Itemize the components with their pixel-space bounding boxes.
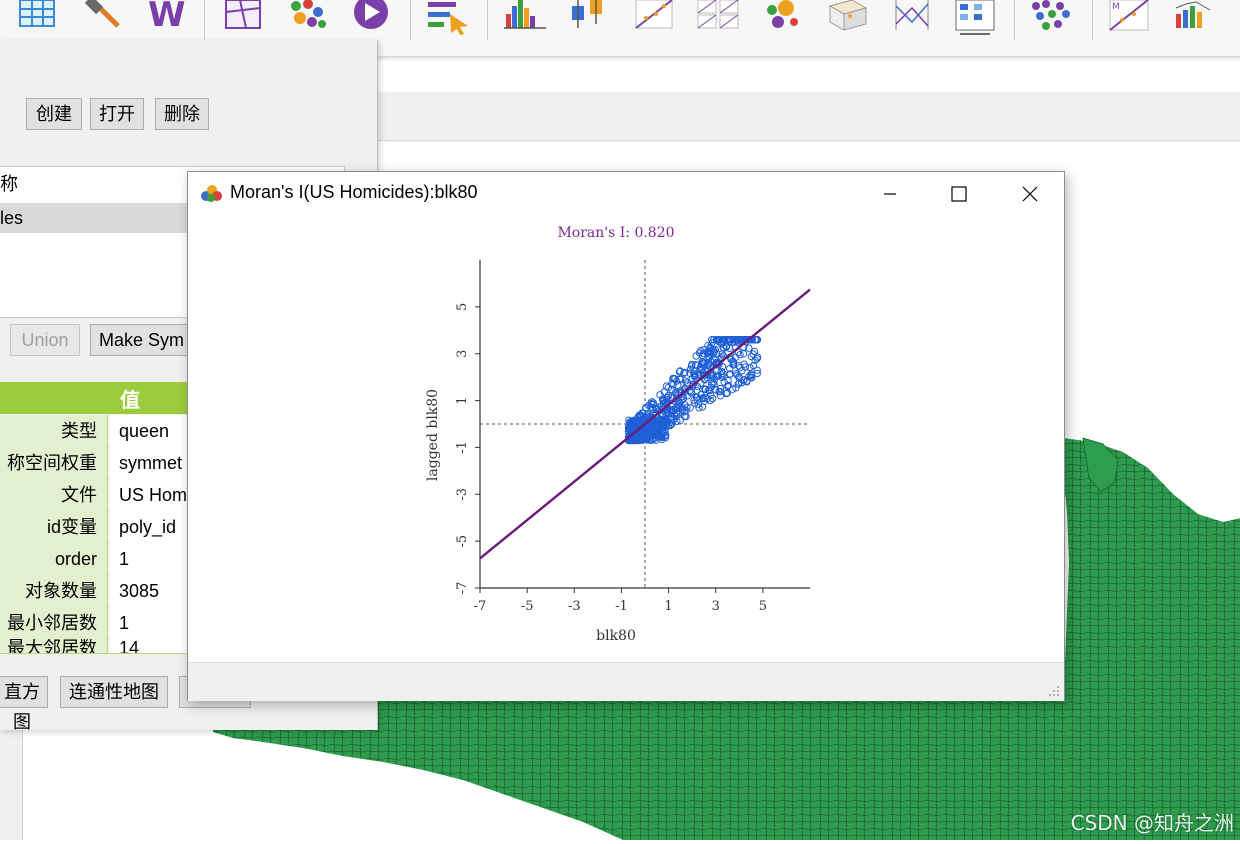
property-key: 文件 bbox=[0, 479, 108, 511]
x-tick-label: -3 bbox=[568, 599, 581, 614]
map-grid-icon[interactable] bbox=[225, 0, 261, 29]
list-header-label: 称 bbox=[0, 174, 18, 194]
open-button[interactable]: 打开 bbox=[90, 98, 144, 130]
moran-scatter-plot[interactable]: Moran's I: 0.820 -7 -5 -3 -1 1 3 5-7-5-3-1135 … bbox=[188, 216, 1064, 662]
3d-plot-icon[interactable] bbox=[828, 0, 868, 31]
x-tick-label: 5 bbox=[759, 599, 767, 614]
hammer-icon[interactable] bbox=[84, 0, 120, 28]
scatter-matrix-icon[interactable] bbox=[697, 0, 739, 29]
minimize-icon bbox=[884, 193, 896, 195]
connectivity-map-button[interactable]: 连通性地图 bbox=[60, 676, 168, 708]
scatter-icon[interactable] bbox=[635, 0, 673, 29]
x-tick-label: 3 bbox=[712, 599, 720, 614]
y-tick-label: 1 bbox=[455, 396, 470, 404]
boxplot-icon[interactable] bbox=[572, 0, 602, 28]
delete-button[interactable]: 删除 bbox=[155, 98, 209, 130]
moran-window-title: Moran's I(US Homicides):blk80 bbox=[230, 182, 478, 202]
property-key: 类型 bbox=[0, 415, 108, 447]
property-key: 最大邻居数 bbox=[0, 639, 108, 653]
map-tab-bar bbox=[376, 92, 1240, 141]
histogram-button[interactable]: 直方图 bbox=[0, 676, 48, 732]
svg-text:W: W bbox=[148, 0, 186, 35]
y-tick-label: -1 bbox=[455, 441, 470, 454]
geoda-app-icon bbox=[201, 185, 222, 202]
weights-w-icon[interactable]: W bbox=[148, 0, 186, 35]
data-point bbox=[674, 381, 682, 390]
value-column-header: 值 bbox=[120, 390, 140, 412]
property-key: 称空间权重 bbox=[0, 447, 108, 479]
csdn-watermark: CSDN @知舟之洲 bbox=[1070, 811, 1234, 835]
y-tick-label: -7 bbox=[455, 582, 470, 595]
x-tick-label: -1 bbox=[615, 599, 628, 614]
cluster-dots-icon[interactable] bbox=[291, 0, 326, 28]
property-key: 对象数量 bbox=[0, 575, 108, 607]
data-point bbox=[746, 363, 754, 372]
union-button[interactable]: Union bbox=[10, 324, 80, 356]
moran-status-bar bbox=[188, 662, 1064, 701]
x-axis-label: blk80 bbox=[596, 628, 636, 644]
parallel-coords-icon[interactable] bbox=[895, 0, 929, 30]
y-tick-label: -3 bbox=[455, 488, 470, 501]
minimize-button[interactable] bbox=[854, 172, 924, 216]
property-key: id变量 bbox=[0, 511, 108, 543]
x-tick-label: -7 bbox=[474, 599, 487, 614]
svg-text:M: M bbox=[1112, 2, 1120, 12]
make-symmetric-button[interactable]: Make Sym bbox=[90, 324, 200, 356]
create-button[interactable]: 创建 bbox=[26, 98, 82, 130]
list-item-label: les bbox=[0, 208, 24, 228]
selection-pointer-icon[interactable] bbox=[428, 2, 468, 35]
bubble-icon[interactable] bbox=[767, 0, 798, 28]
averages-chart-icon[interactable] bbox=[1175, 1, 1211, 28]
maximize-button[interactable] bbox=[924, 172, 994, 216]
moran-titlebar[interactable]: Moran's I(US Homicides):blk80 bbox=[188, 172, 1064, 216]
y-tick-label: 3 bbox=[455, 350, 470, 358]
histogram-icon[interactable] bbox=[504, 0, 546, 29]
moran-i-title: Moran's I: 0.820 bbox=[557, 225, 674, 241]
maximize-icon bbox=[951, 186, 967, 202]
x-tick-label: -5 bbox=[521, 599, 534, 614]
x-tick-label: 1 bbox=[664, 599, 672, 614]
property-key: 最小邻居数 bbox=[0, 607, 108, 639]
y-tick-label: 5 bbox=[455, 303, 470, 311]
cluster-scatter-icon[interactable] bbox=[1032, 0, 1070, 30]
y-axis-label: lagged blk80 bbox=[425, 389, 441, 481]
property-key: order bbox=[0, 543, 108, 575]
moran-scatter-window: Moran's I(US Homicides):blk80 Moran's I:… bbox=[187, 171, 1065, 701]
conditional-plot-icon[interactable] bbox=[955, 0, 995, 35]
play-icon[interactable] bbox=[354, 0, 388, 29]
close-button[interactable] bbox=[994, 172, 1064, 216]
close-icon bbox=[1022, 186, 1038, 202]
resize-grip-icon[interactable] bbox=[1048, 685, 1060, 697]
table-icon[interactable] bbox=[19, 0, 55, 27]
y-tick-label: -5 bbox=[455, 535, 470, 548]
moran-scatter-icon[interactable]: M bbox=[1109, 0, 1149, 31]
